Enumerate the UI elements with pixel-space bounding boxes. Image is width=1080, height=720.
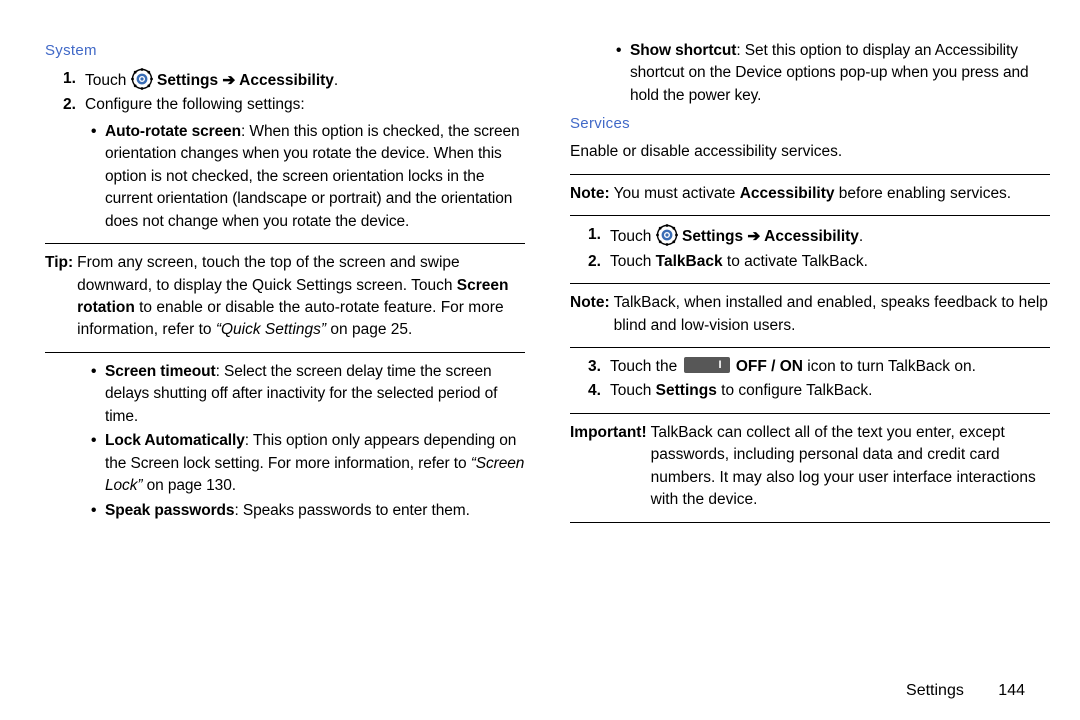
bullet-speak-passwords: Speak passwords: Speaks passwords to ent… [89, 500, 525, 522]
r-step2-suffix: to activate TalkBack. [723, 253, 868, 270]
tip-label: Tip: [45, 252, 73, 342]
right-column: Show shortcut: Set this option to displa… [570, 40, 1050, 700]
divider [570, 283, 1050, 284]
note-label: Note: [570, 183, 610, 205]
step1-text-suffix: Settings ➔ Accessibility [153, 72, 334, 89]
r-step3-suffix: icon to turn TalkBack on. [803, 358, 976, 375]
footer-page: 144 [998, 682, 1025, 699]
r-step4-suffix: to configure TalkBack. [717, 382, 873, 399]
r-step3-prefix: Touch the [610, 358, 682, 375]
screen-timeout-label: Screen timeout [105, 363, 216, 380]
divider [45, 352, 525, 353]
r-step3-bold: OFF / ON [732, 358, 803, 375]
note-label: Note: [570, 292, 610, 337]
r-step2-prefix: Touch [610, 253, 656, 270]
note1-t1: You must activate [614, 185, 740, 202]
r-step4-prefix: Touch [610, 382, 656, 399]
note2-text: TalkBack, when installed and enabled, sp… [614, 292, 1050, 337]
right-step-1: 1. Touch Settings ➔ Accessibility. [588, 224, 1050, 248]
tip-italic: “Quick Settings” [216, 321, 326, 338]
right-step-4: 4. Touch Settings to configure TalkBack. [588, 380, 1050, 402]
note1-bold: Accessibility [740, 185, 835, 202]
note-1: Note: You must activate Accessibility be… [570, 183, 1050, 205]
bullet-screen-timeout: Screen timeout: Select the screen delay … [89, 361, 525, 428]
r-step4-bold: Settings [656, 382, 717, 399]
left-step-1: 1. Touch Settings ➔ Accessibility. [63, 68, 525, 92]
bullet-show-shortcut: Show shortcut: Set this option to displa… [614, 40, 1050, 107]
note1-t2: before enabling services. [834, 185, 1011, 202]
lock-auto-label: Lock Automatically [105, 432, 245, 449]
r-step1-prefix: Touch [610, 228, 656, 245]
toggle-off-on-icon [684, 357, 730, 373]
tip-text1: From any screen, touch the top of the sc… [77, 254, 460, 293]
show-shortcut-label: Show shortcut [630, 42, 736, 59]
divider [570, 522, 1050, 523]
bullet-lock-auto: Lock Automatically: This option only app… [89, 430, 525, 497]
page: System 1. Touch Settings ➔ Accessibility… [0, 0, 1080, 720]
settings-gear-icon [656, 224, 678, 246]
left-column: System 1. Touch Settings ➔ Accessibility… [45, 40, 525, 700]
lock-auto-text2: on page 130. [142, 477, 236, 494]
page-footer: Settings 144 [906, 682, 1025, 700]
r-step1-suffix: Settings ➔ Accessibility [678, 228, 859, 245]
r-step2-bold: TalkBack [656, 253, 723, 270]
note-2: Note: TalkBack, when installed and enabl… [570, 292, 1050, 337]
system-heading: System [45, 40, 525, 62]
tip-block: Tip: From any screen, touch the top of t… [45, 252, 525, 342]
left-step-2: 2. Configure the following settings: Aut… [63, 94, 525, 233]
divider [570, 215, 1050, 216]
footer-section: Settings [906, 682, 964, 699]
step1-text-prefix: Touch [85, 72, 131, 89]
tip-text3: on page 25. [330, 321, 412, 338]
divider [570, 174, 1050, 175]
step2-text: Configure the following settings: [85, 96, 305, 113]
important-text: TalkBack can collect all of the text you… [651, 422, 1050, 512]
speak-pw-label: Speak passwords [105, 502, 234, 519]
divider [570, 413, 1050, 414]
right-step-3: 3. Touch the OFF / ON icon to turn TalkB… [588, 356, 1050, 378]
settings-gear-icon [131, 68, 153, 90]
speak-pw-text: : Speaks passwords to enter them. [234, 502, 469, 519]
right-step-2: 2. Touch TalkBack to activate TalkBack. [588, 251, 1050, 273]
auto-rotate-label: Auto-rotate screen [105, 123, 241, 140]
divider [570, 347, 1050, 348]
important-block: Important! TalkBack can collect all of t… [570, 422, 1050, 512]
bullet-auto-rotate: Auto-rotate screen: When this option is … [89, 121, 525, 233]
divider [45, 243, 525, 244]
services-heading: Services [570, 113, 1050, 135]
services-intro: Enable or disable accessibility services… [570, 141, 1050, 163]
important-label: Important! [570, 422, 647, 512]
